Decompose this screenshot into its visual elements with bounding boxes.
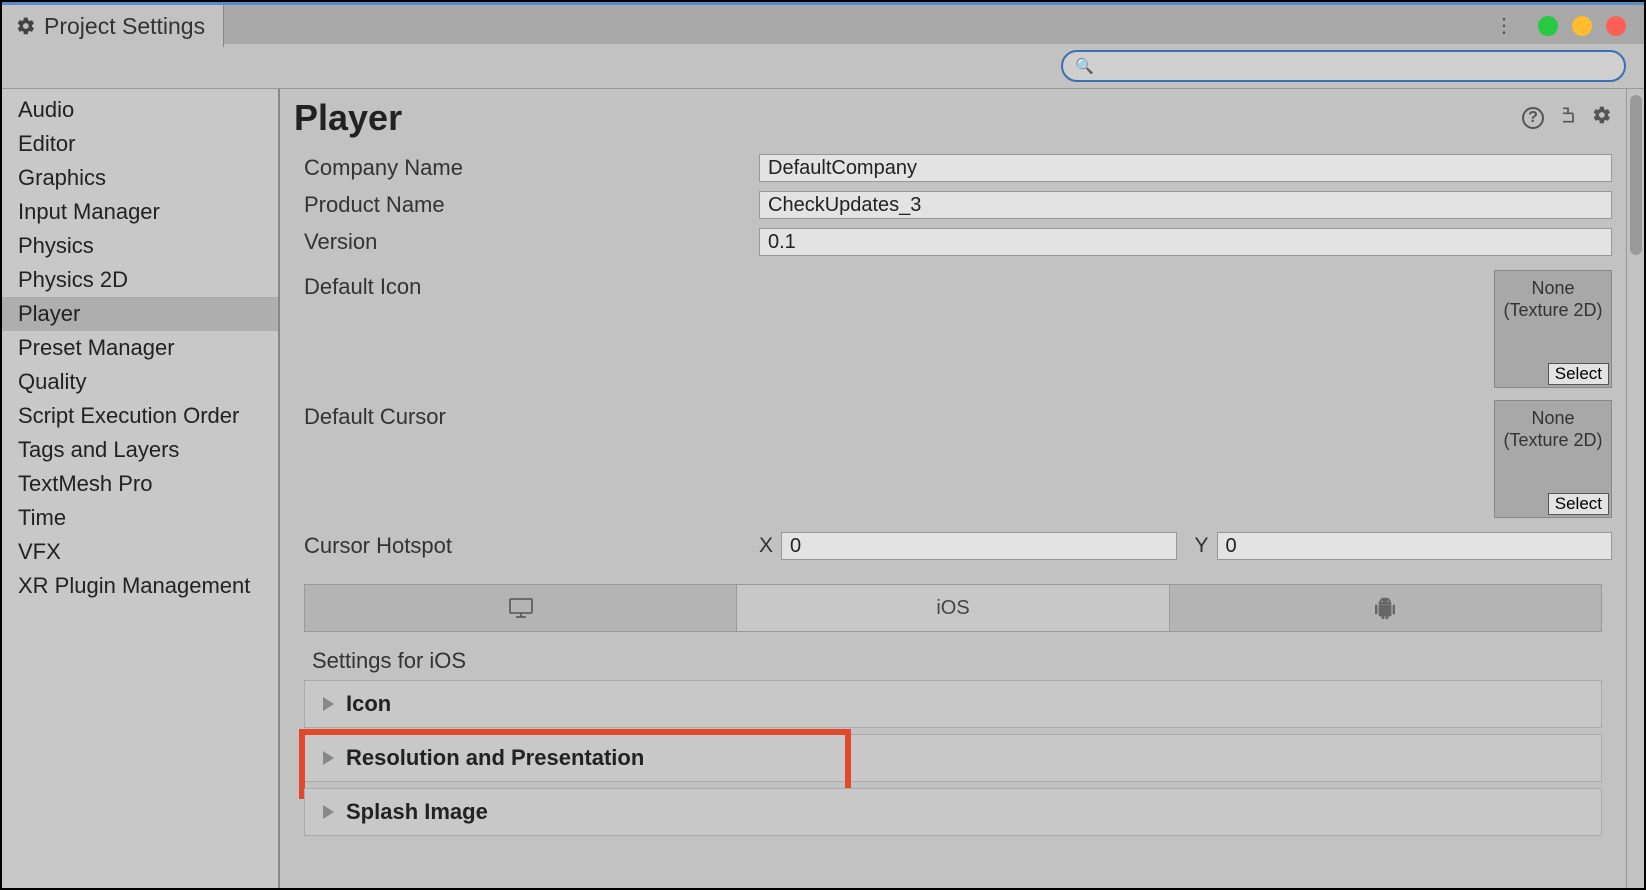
disclosure-triangle-icon	[323, 751, 334, 765]
sidebar-item-textmesh-pro[interactable]: TextMesh Pro	[2, 467, 278, 501]
sidebar-item-physics-2d[interactable]: Physics 2D	[2, 263, 278, 297]
vertical-scrollbar[interactable]	[1626, 89, 1644, 888]
default-cursor-label: Default Cursor	[304, 400, 759, 430]
search-icon: 🔍	[1075, 57, 1094, 75]
preset-icon[interactable]	[1558, 105, 1578, 131]
sidebar-item-quality[interactable]: Quality	[2, 365, 278, 399]
scrollbar-thumb[interactable]	[1630, 95, 1642, 255]
platform-tab-android[interactable]	[1170, 585, 1601, 631]
sidebar-item-xr-plugin-management[interactable]: XR Plugin Management	[2, 569, 278, 603]
foldout-resolution-and-presentation[interactable]: Resolution and Presentation	[304, 734, 1602, 782]
foldout-splash-image[interactable]: Splash Image	[304, 788, 1602, 836]
sidebar-item-input-manager[interactable]: Input Manager	[2, 195, 278, 229]
settings-for-platform-title: Settings for iOS	[304, 642, 1602, 680]
product-name-label: Product Name	[304, 192, 759, 218]
sidebar-item-tags-and-layers[interactable]: Tags and Layers	[2, 433, 278, 467]
search-input-container[interactable]: 🔍	[1061, 50, 1626, 82]
foldout-label: Resolution and Presentation	[346, 745, 644, 771]
version-input[interactable]	[759, 228, 1612, 256]
foldout-icon[interactable]: Icon	[304, 680, 1602, 728]
disclosure-triangle-icon	[323, 697, 334, 711]
gear-icon	[16, 16, 36, 36]
sidebar-item-script-execution-order[interactable]: Script Execution Order	[2, 399, 278, 433]
hotspot-y-input[interactable]	[1217, 532, 1612, 560]
android-icon	[1375, 597, 1395, 619]
search-input[interactable]	[1094, 57, 1612, 75]
sidebar-item-physics[interactable]: Physics	[2, 229, 278, 263]
window-tab-title: Project Settings	[44, 13, 205, 40]
hotspot-x-label: X	[759, 534, 773, 558]
sidebar-item-preset-manager[interactable]: Preset Manager	[2, 331, 278, 365]
texture-none-text: None	[1531, 408, 1574, 428]
company-name-label: Company Name	[304, 155, 759, 181]
default-icon-select-button[interactable]: Select	[1548, 363, 1609, 385]
foldout-label: Icon	[346, 691, 391, 717]
platform-tab-ios[interactable]: iOS	[737, 585, 1169, 631]
default-icon-slot[interactable]: None(Texture 2D) Select	[1494, 270, 1612, 388]
product-name-input[interactable]	[759, 191, 1612, 219]
sidebar-item-vfx[interactable]: VFX	[2, 535, 278, 569]
kebab-menu-icon[interactable]: ⋮	[1494, 13, 1514, 38]
page-title: Player	[294, 97, 402, 139]
texture-type-text: (Texture 2D)	[1503, 300, 1602, 320]
settings-sidebar: AudioEditorGraphicsInput ManagerPhysicsP…	[2, 89, 280, 888]
platform-tab-ios-label: iOS	[936, 597, 969, 620]
texture-type-text: (Texture 2D)	[1503, 430, 1602, 450]
hotspot-x-input[interactable]	[781, 532, 1176, 560]
help-icon[interactable]: ?	[1522, 107, 1544, 129]
main-content: Player ? Company Name	[280, 89, 1626, 888]
window-tab[interactable]: Project Settings	[2, 5, 224, 47]
monitor-icon	[508, 597, 534, 619]
foldout-label: Splash Image	[346, 799, 488, 825]
search-row: 🔍	[2, 44, 1644, 88]
disclosure-triangle-icon	[323, 805, 334, 819]
cursor-hotspot-label: Cursor Hotspot	[304, 533, 759, 559]
sidebar-item-time[interactable]: Time	[2, 501, 278, 535]
sidebar-item-editor[interactable]: Editor	[2, 127, 278, 161]
sidebar-item-audio[interactable]: Audio	[2, 93, 278, 127]
default-cursor-select-button[interactable]: Select	[1548, 493, 1609, 515]
traffic-light-yellow[interactable]	[1572, 16, 1592, 36]
default-icon-label: Default Icon	[304, 270, 759, 300]
sidebar-item-graphics[interactable]: Graphics	[2, 161, 278, 195]
version-label: Version	[304, 229, 759, 255]
window-titlebar: Project Settings ⋮	[2, 2, 1644, 44]
default-cursor-slot[interactable]: None(Texture 2D) Select	[1494, 400, 1612, 518]
sidebar-item-player[interactable]: Player	[2, 297, 278, 331]
platform-tab-desktop[interactable]	[305, 585, 737, 631]
hotspot-y-label: Y	[1195, 534, 1209, 558]
traffic-light-green[interactable]	[1538, 16, 1558, 36]
settings-gear-icon[interactable]	[1592, 105, 1612, 131]
company-name-input[interactable]	[759, 154, 1612, 182]
traffic-light-red[interactable]	[1606, 16, 1626, 36]
texture-none-text: None	[1531, 278, 1574, 298]
